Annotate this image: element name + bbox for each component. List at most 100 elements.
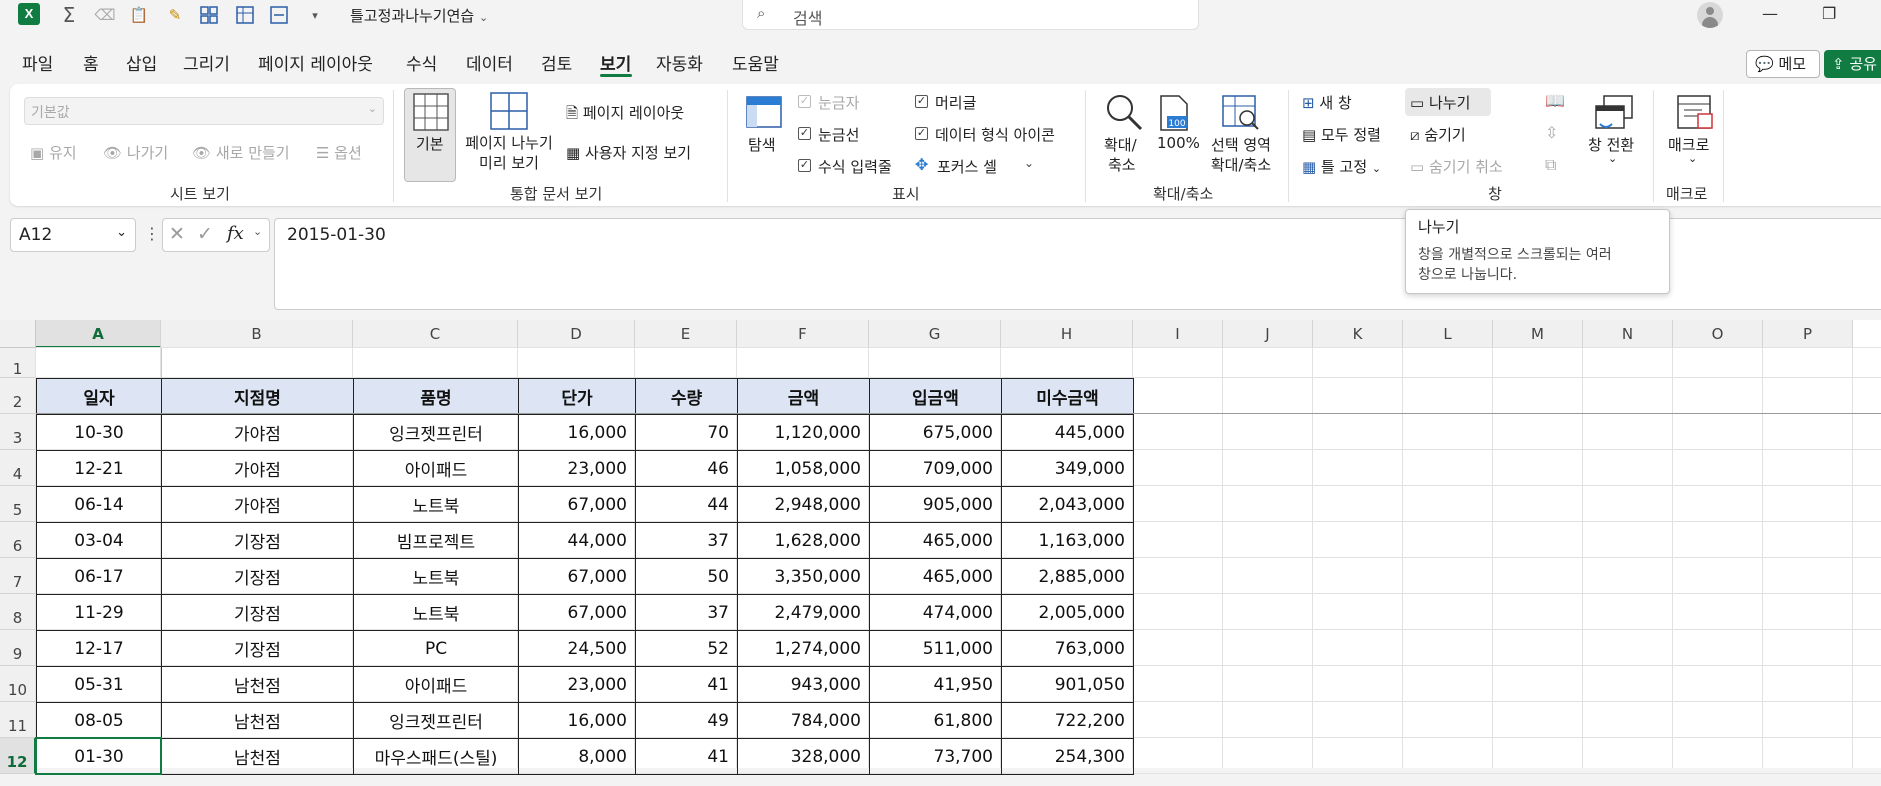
table-cell[interactable]: 3,350,000 — [737, 558, 870, 595]
table-cell[interactable]: 349,000 — [1001, 450, 1134, 487]
column-header-h[interactable]: H — [1001, 320, 1133, 348]
table-header-cell[interactable]: 지점명 — [161, 378, 354, 415]
table-cell[interactable]: 1,274,000 — [737, 630, 870, 667]
select-all-corner[interactable] — [0, 320, 36, 348]
sheet-view-new[interactable]: 👁 새로 만들기 — [192, 142, 290, 163]
focus-cell-icon[interactable]: ✥ — [915, 155, 928, 174]
more-options-icon[interactable]: ⋮ — [144, 224, 160, 243]
column-header-b[interactable]: B — [161, 320, 353, 348]
table-cell[interactable]: 기장점 — [161, 594, 354, 631]
table-cell[interactable]: 23,000 — [518, 666, 636, 703]
formula-bar-checkbox[interactable]: ✓ — [798, 159, 811, 172]
autosum-icon[interactable]: Σ — [58, 3, 80, 27]
gridlines-checkbox[interactable]: ✓ — [798, 127, 811, 140]
memo-button[interactable]: 💬 메모 — [1746, 50, 1820, 78]
tab-formulas[interactable]: 수식 — [406, 50, 437, 75]
table-cell[interactable]: 2,005,000 — [1001, 594, 1134, 631]
table-cell[interactable]: 1,628,000 — [737, 522, 870, 559]
page-break-preview-button[interactable]: 페이지 나누기 미리 보기 — [460, 90, 558, 182]
table-cell[interactable]: 70 — [635, 414, 738, 451]
table-cell[interactable]: 37 — [635, 594, 738, 631]
table-cell[interactable]: 노트북 — [353, 594, 519, 631]
tab-home[interactable]: 홈 — [83, 50, 99, 75]
focus-cell-chevron-icon[interactable]: ⌄ — [1024, 156, 1034, 170]
row-header-5[interactable]: 5 — [0, 486, 36, 522]
zoom-100-button[interactable]: 100 100% — [1153, 92, 1200, 162]
table-cell[interactable]: 2,043,000 — [1001, 486, 1134, 523]
paste-icon[interactable]: 📋 — [128, 4, 150, 26]
column-header-k[interactable]: K — [1313, 320, 1403, 348]
table-cell[interactable]: 남천점 — [161, 738, 354, 775]
table-cell[interactable]: 12-21 — [36, 450, 162, 487]
row-header-1[interactable]: 1 — [0, 348, 36, 378]
table-cell[interactable]: 남천점 — [161, 702, 354, 739]
table-cell[interactable]: 44 — [635, 486, 738, 523]
table-cell[interactable]: 511,000 — [869, 630, 1002, 667]
table-cell[interactable]: 943,000 — [737, 666, 870, 703]
table-cell[interactable]: 03-04 — [36, 522, 162, 559]
row-header-8[interactable]: 8 — [0, 594, 36, 630]
column-header-c[interactable]: C — [353, 320, 518, 348]
column-header-m[interactable]: M — [1493, 320, 1583, 348]
table-cell[interactable]: 가야점 — [161, 486, 354, 523]
table-cell[interactable]: 41 — [635, 738, 738, 775]
page-layout-view-button[interactable]: 🗎 페이지 레이아웃 — [566, 102, 684, 128]
table-header-cell[interactable]: 수량 — [635, 378, 738, 415]
format-painter-icon[interactable]: ✎ — [164, 4, 186, 26]
column-header-f[interactable]: F — [737, 320, 869, 348]
grid-icon[interactable] — [234, 4, 256, 26]
table-cell[interactable]: 남천점 — [161, 666, 354, 703]
column-header-n[interactable]: N — [1583, 320, 1673, 348]
table-cell[interactable]: 빔프로젝트 — [353, 522, 519, 559]
clear-icon[interactable]: ⌫ — [94, 4, 116, 26]
zoom-button[interactable]: 확대/ 축소 — [1100, 92, 1146, 176]
excel-icon[interactable]: X — [18, 3, 40, 25]
table-cell[interactable]: 73,700 — [869, 738, 1002, 775]
table-header-cell[interactable]: 품명 — [353, 378, 519, 415]
table-cell[interactable]: 901,050 — [1001, 666, 1134, 703]
headings-checkbox[interactable]: ✓ — [915, 95, 928, 108]
table-cell[interactable]: 16,000 — [518, 702, 636, 739]
table-cell[interactable]: 05-31 — [36, 666, 162, 703]
table-cell[interactable]: 1,120,000 — [737, 414, 870, 451]
column-header-j[interactable]: J — [1223, 320, 1313, 348]
fit-icon[interactable] — [268, 4, 290, 26]
name-box[interactable]: A12 ⌄ — [10, 218, 136, 252]
row-header-10[interactable]: 10 — [0, 666, 36, 702]
table-cell[interactable]: 1,058,000 — [737, 450, 870, 487]
table-cell[interactable]: 잉크젯프린터 — [353, 702, 519, 739]
table-cell[interactable]: 기장점 — [161, 558, 354, 595]
freeze-icon[interactable] — [198, 4, 220, 26]
table-cell[interactable]: 67,000 — [518, 594, 636, 631]
restore-icon[interactable]: ❐ — [1822, 4, 1836, 23]
table-cell[interactable]: 465,000 — [869, 522, 1002, 559]
table-cell[interactable]: 61,800 — [869, 702, 1002, 739]
table-cell[interactable]: 10-30 — [36, 414, 162, 451]
tab-insert[interactable]: 삽입 — [126, 50, 157, 75]
table-cell[interactable]: 기장점 — [161, 630, 354, 667]
column-header-l[interactable]: L — [1403, 320, 1493, 348]
table-cell[interactable]: 41,950 — [869, 666, 1002, 703]
sheet-view-dropdown[interactable]: 기본값 ⌄ — [24, 97, 384, 125]
reset-position-icon[interactable]: ⧉ — [1545, 155, 1556, 175]
table-cell[interactable]: 254,300 — [1001, 738, 1134, 775]
table-cell[interactable]: 가야점 — [161, 414, 354, 451]
table-cell[interactable]: 잉크젯프린터 — [353, 414, 519, 451]
table-cell[interactable]: 49 — [635, 702, 738, 739]
table-cell[interactable]: 24,500 — [518, 630, 636, 667]
arrange-all-button[interactable]: ▤ 모두 정렬 — [1302, 124, 1381, 145]
table-cell[interactable]: 41 — [635, 666, 738, 703]
insert-function-icon[interactable]: fx — [227, 223, 244, 244]
table-cell[interactable]: 905,000 — [869, 486, 1002, 523]
table-cell[interactable]: 675,000 — [869, 414, 1002, 451]
custom-views-button[interactable]: ▦ 사용자 지정 보기 — [566, 142, 691, 163]
row-header-6[interactable]: 6 — [0, 522, 36, 558]
table-cell[interactable]: 11-29 — [36, 594, 162, 631]
row-header-12[interactable]: 12 — [0, 738, 36, 774]
row-header-4[interactable]: 4 — [0, 450, 36, 486]
column-header-p[interactable]: P — [1763, 320, 1853, 348]
table-cell[interactable]: 가야점 — [161, 450, 354, 487]
row-header-9[interactable]: 9 — [0, 630, 36, 666]
table-cell[interactable]: 52 — [635, 630, 738, 667]
table-cell[interactable]: 465,000 — [869, 558, 1002, 595]
